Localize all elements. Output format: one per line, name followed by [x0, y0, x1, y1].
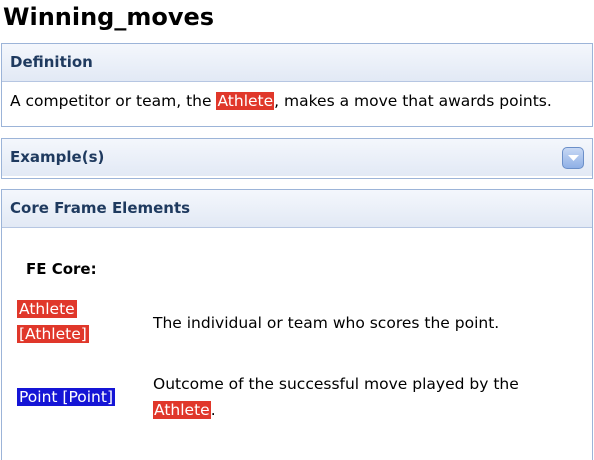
fe-point-definition-after: . [210, 401, 216, 419]
definition-text-after: , makes a move that awards points. [274, 92, 552, 110]
fe-point-definition: Outcome of the successful move played by… [153, 371, 573, 423]
fe-point-name-label: Point [Point] [17, 388, 115, 406]
fe-athlete-name-line1: Athlete [17, 300, 77, 318]
fe-athlete-highlight: Athlete [216, 92, 275, 110]
definition-header-label: Definition [10, 53, 93, 71]
fe-athlete-name-line2: [Athlete] [17, 325, 89, 343]
examples-panel: Example(s) [1, 138, 593, 179]
page-title: Winning_moves [3, 3, 215, 31]
chevron-down-icon [568, 155, 579, 161]
definition-header[interactable]: Definition [2, 44, 592, 82]
fe-athlete-highlight-2: Athlete [153, 401, 211, 419]
examples-header-label: Example(s) [10, 148, 105, 166]
fe-athlete-name[interactable]: Athlete [Athlete] [17, 297, 89, 347]
fe-point-definition-before: Outcome of the successful move played by… [153, 375, 519, 393]
core-elements-header[interactable]: Core Frame Elements [2, 190, 592, 228]
fe-point-name[interactable]: Point [Point] [17, 385, 115, 410]
core-elements-panel: Core Frame Elements FE Core: Athlete [At… [1, 189, 593, 460]
fe-athlete-definition: The individual or team who scores the po… [153, 314, 500, 332]
definition-text: A competitor or team, the Athlete, makes… [2, 82, 592, 120]
examples-header[interactable]: Example(s) [2, 139, 592, 176]
expand-examples-button[interactable] [562, 147, 584, 169]
fe-core-title: FE Core: [26, 260, 97, 278]
core-elements-header-label: Core Frame Elements [10, 199, 191, 217]
definition-panel: Definition A competitor or team, the Ath… [1, 43, 593, 127]
definition-text-before: A competitor or team, the [10, 92, 217, 110]
